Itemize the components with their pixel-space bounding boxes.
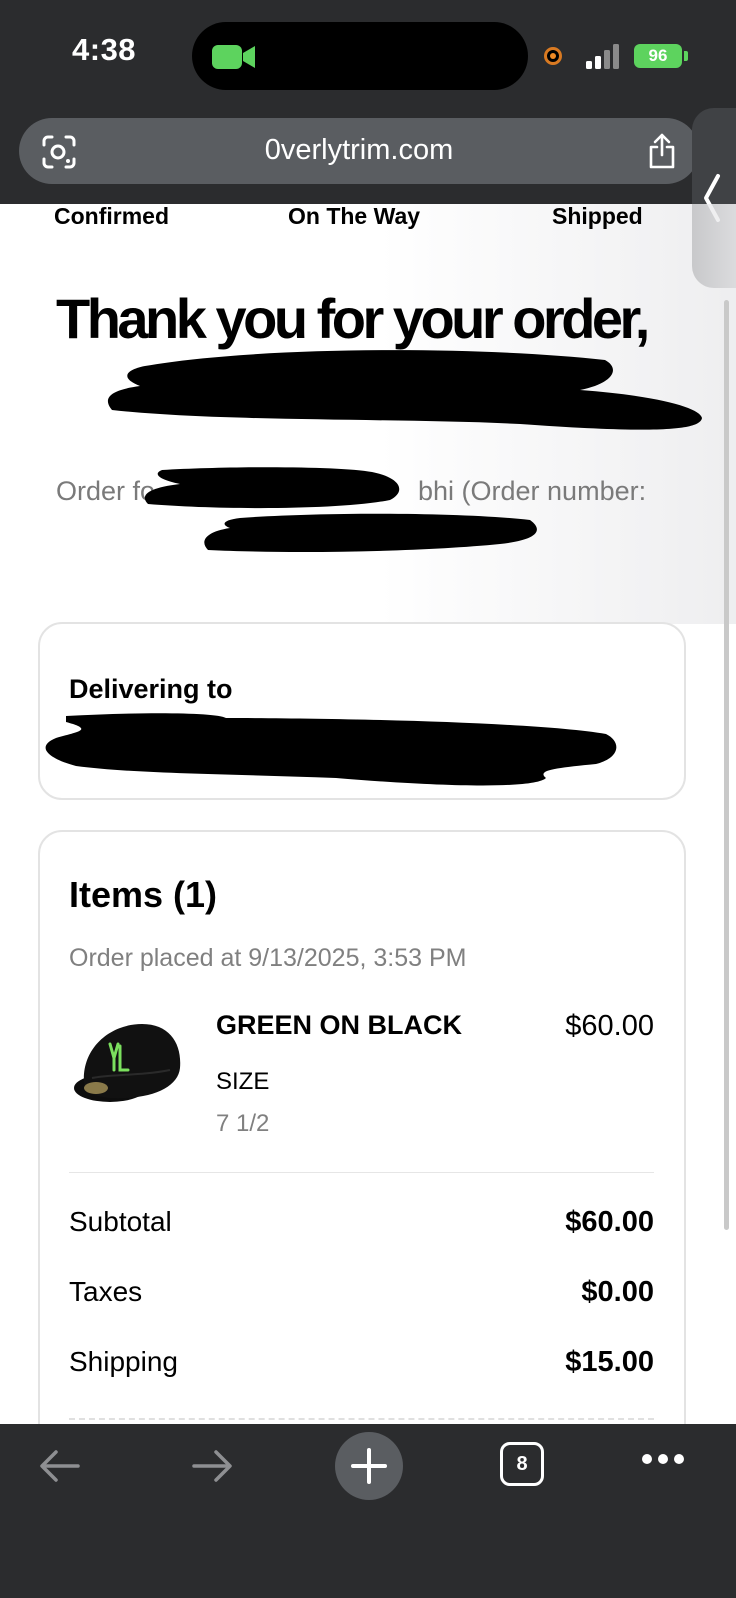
divider xyxy=(69,1172,654,1173)
forward-arrow-icon[interactable] xyxy=(190,1448,234,1484)
tabs-overview-button[interactable]: 8 xyxy=(500,1442,544,1486)
redaction-order-for xyxy=(144,467,400,509)
address-bar[interactable]: 0verlytrim.com xyxy=(19,118,699,184)
status-time: 4:38 xyxy=(72,32,137,67)
redaction-address xyxy=(45,713,617,786)
taxes-label: Taxes xyxy=(69,1276,143,1307)
redaction-order-number xyxy=(204,513,537,552)
share-icon[interactable] xyxy=(646,132,678,170)
dynamic-island xyxy=(192,22,528,90)
back-arrow-icon[interactable] xyxy=(38,1448,82,1484)
battery-level: 96 xyxy=(648,46,668,65)
new-tab-button[interactable] xyxy=(335,1432,403,1500)
items-title: Items (1) xyxy=(69,874,218,915)
order-info-suffix: bhi (Order number: xyxy=(418,476,647,506)
status-indicators: 96 xyxy=(540,40,720,72)
camera-in-use-indicator-icon xyxy=(544,47,562,65)
facetime-video-icon xyxy=(212,45,255,69)
subtotal-label: Subtotal xyxy=(69,1206,172,1237)
step-on-the-way: On The Way xyxy=(288,203,421,229)
cellular-signal-icon xyxy=(586,44,619,69)
browser-bottom-toolbar: 8 xyxy=(0,1424,736,1598)
battery-tip xyxy=(684,51,688,61)
taxes-value: $0.00 xyxy=(581,1276,654,1308)
product-option-value: 7 1/2 xyxy=(216,1110,270,1137)
shipping-label: Shipping xyxy=(69,1346,178,1377)
step-confirmed: Confirmed xyxy=(54,203,169,229)
product-price: $60.00 xyxy=(565,1010,654,1042)
subtotal-value: $60.00 xyxy=(565,1206,654,1238)
step-shipped: Shipped xyxy=(552,203,643,229)
dashed-divider xyxy=(69,1418,654,1420)
battery-icon: 96 xyxy=(634,44,682,68)
order-placed-date: Order placed at 9/13/2025, 3:53 PM xyxy=(69,944,467,972)
product-name: GREEN ON BLACK xyxy=(216,1010,463,1040)
delivery-title: Delivering to xyxy=(69,674,233,704)
redaction-name xyxy=(107,350,702,430)
browser-top-chrome: 4:38 96 0verlytrim.com xyxy=(0,0,736,204)
items-card: Items (1) Order placed at 9/13/2025, 3:5… xyxy=(38,830,686,1470)
product-image-cap xyxy=(74,1024,181,1102)
url-text: 0verlytrim.com xyxy=(264,134,454,166)
more-options-icon[interactable] xyxy=(640,1452,686,1466)
page-scrollbar[interactable] xyxy=(724,300,729,1230)
product-option-label: SIZE xyxy=(216,1068,270,1095)
plus-icon xyxy=(351,1448,387,1484)
shipping-value: $15.00 xyxy=(565,1346,654,1378)
tab-count: 8 xyxy=(516,1453,528,1475)
